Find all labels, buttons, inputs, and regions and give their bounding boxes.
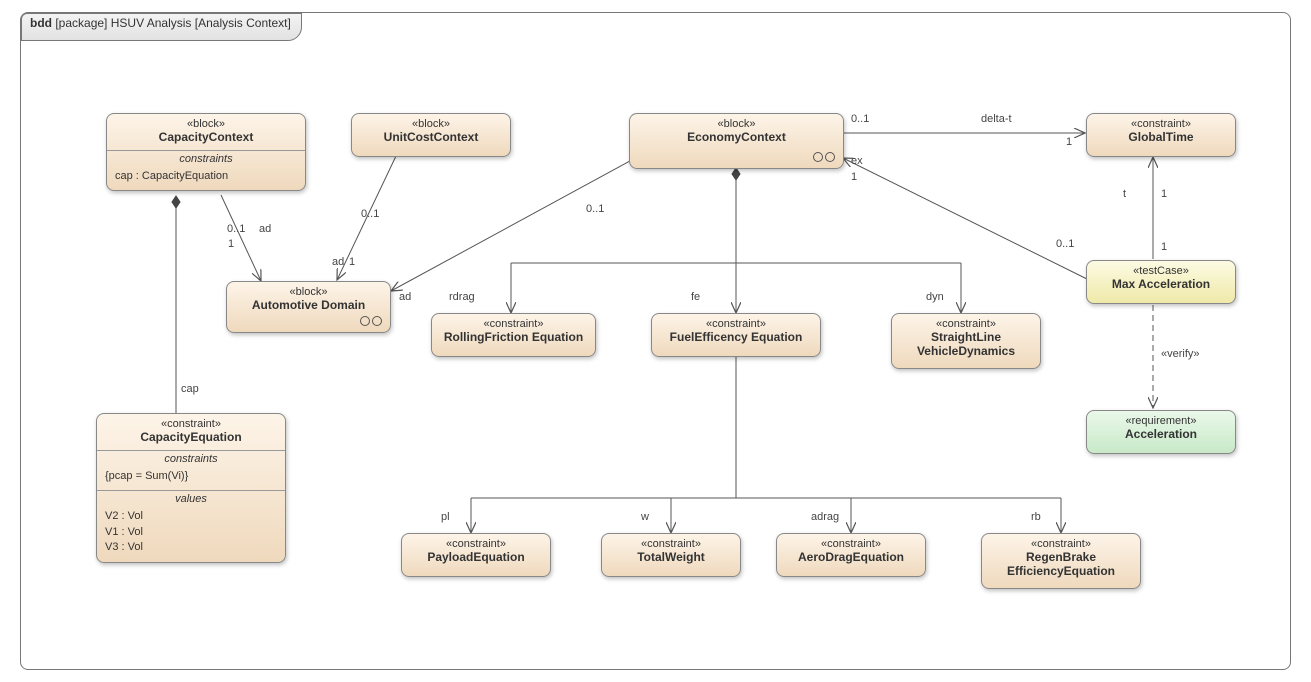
role-label: rb <box>1031 511 1041 523</box>
constraint-rolling-friction[interactable]: «constraint» RollingFriction Equation <box>431 313 596 357</box>
stereotype: «block» <box>233 286 384 298</box>
dependency-label: «verify» <box>1161 348 1200 360</box>
stereotype: «block» <box>358 118 504 130</box>
role-label: cap <box>181 383 199 395</box>
role-label: adrag <box>811 511 839 523</box>
constraint-fuel-efficiency[interactable]: «constraint» FuelEfficency Equation <box>651 313 821 357</box>
role-label: t <box>1123 188 1126 200</box>
mult-label: 0..1 <box>586 203 604 215</box>
mult-label: 0..1 <box>361 208 379 220</box>
block-name-1: RegenBrake <box>988 550 1134 564</box>
role-label: pl <box>441 511 450 523</box>
stereotype: «constraint» <box>658 318 814 330</box>
block-name-1: StraightLine <box>898 330 1034 344</box>
block-name: EconomyContext <box>636 130 837 144</box>
value-row: V1 : Vol <box>105 525 277 540</box>
block-name: GlobalTime <box>1093 130 1229 144</box>
block-name: Max Acceleration <box>1093 277 1229 291</box>
stereotype: «block» <box>636 118 837 130</box>
block-name: UnitCostContext <box>358 130 504 144</box>
constraint-aero-drag[interactable]: «constraint» AeroDragEquation <box>776 533 926 577</box>
stereotype: «constraint» <box>608 538 734 550</box>
stereotype: «constraint» <box>408 538 544 550</box>
mult-label: 1 <box>1066 136 1072 148</box>
composite-icon <box>813 152 835 162</box>
block-name: Acceleration <box>1093 427 1229 441</box>
role-label: dyn <box>926 291 944 303</box>
stereotype: «testCase» <box>1093 265 1229 277</box>
constraint-regen-brake[interactable]: «constraint» RegenBrake EfficiencyEquati… <box>981 533 1141 589</box>
diagram-type: bdd <box>30 16 52 30</box>
section-title: values <box>97 490 285 507</box>
section-body: cap : CapacityEquation <box>107 167 305 190</box>
role-label: ad <box>332 256 344 268</box>
block-name: PayloadEquation <box>408 550 544 564</box>
constraint-global-time[interactable]: «constraint» GlobalTime <box>1086 113 1236 157</box>
diagram-context: [Analysis Context] <box>195 16 291 30</box>
block-name-2: VehicleDynamics <box>898 344 1034 358</box>
stereotype: «block» <box>113 118 299 130</box>
stereotype: «constraint» <box>783 538 919 550</box>
diagram-header: bdd [package] HSUV Analysis [Analysis Co… <box>21 13 302 41</box>
mult-label: 1 <box>1161 241 1167 253</box>
diagram-pkg: [package] <box>55 16 107 30</box>
constraint-total-weight[interactable]: «constraint» TotalWeight <box>601 533 741 577</box>
constraint-payload-equation[interactable]: «constraint» PayloadEquation <box>401 533 551 577</box>
stereotype: «requirement» <box>1093 415 1229 427</box>
block-name-2: EfficiencyEquation <box>988 564 1134 578</box>
role-label: delta-t <box>981 113 1012 125</box>
mult-label: 0..1 <box>1056 238 1074 250</box>
role-label: w <box>641 511 649 523</box>
section-body: {pcap = Sum(Vi)} <box>97 467 285 490</box>
constraint-straightline-dynamics[interactable]: «constraint» StraightLine VehicleDynamic… <box>891 313 1041 369</box>
role-label: fe <box>691 291 700 303</box>
stereotype: «constraint» <box>988 538 1134 550</box>
mult-label: 1 <box>228 238 234 250</box>
mult-label: 0..1 <box>227 223 245 235</box>
stereotype: «constraint» <box>103 418 279 430</box>
block-name: Automotive Domain <box>233 298 384 312</box>
role-label: ex <box>851 155 863 167</box>
block-name: FuelEfficency Equation <box>658 330 814 344</box>
block-economy-context[interactable]: «block» EconomyContext <box>629 113 844 169</box>
role-label: rdrag <box>449 291 475 303</box>
stereotype: «constraint» <box>1093 118 1229 130</box>
block-automotive-domain[interactable]: «block» Automotive Domain <box>226 281 391 333</box>
block-capacity-context[interactable]: «block» CapacityContext constraints cap … <box>106 113 306 191</box>
block-name: AeroDragEquation <box>783 550 919 564</box>
stereotype: «constraint» <box>438 318 589 330</box>
mult-label: 1 <box>349 256 355 268</box>
mult-label: 0..1 <box>851 113 869 125</box>
block-name: CapacityEquation <box>103 430 279 444</box>
constraint-capacity-equation[interactable]: «constraint» CapacityEquation constraint… <box>96 413 286 563</box>
value-row: V3 : Vol <box>105 540 277 555</box>
mult-label: 1 <box>1161 188 1167 200</box>
block-name: TotalWeight <box>608 550 734 564</box>
block-unit-cost-context[interactable]: «block» UnitCostContext <box>351 113 511 157</box>
stereotype: «constraint» <box>898 318 1034 330</box>
requirement-acceleration[interactable]: «requirement» Acceleration <box>1086 410 1236 454</box>
role-label: ad <box>259 223 271 235</box>
value-row: V2 : Vol <box>105 509 277 524</box>
section-body: V2 : Vol V1 : Vol V3 : Vol <box>97 507 285 561</box>
block-name: CapacityContext <box>113 130 299 144</box>
diagram-frame: bdd [package] HSUV Analysis [Analysis Co… <box>20 12 1291 670</box>
role-label: ad <box>399 291 411 303</box>
section-title: constraints <box>107 150 305 167</box>
testcase-max-acceleration[interactable]: «testCase» Max Acceleration <box>1086 260 1236 304</box>
section-title: constraints <box>97 450 285 467</box>
diagram-title: HSUV Analysis <box>111 16 192 30</box>
block-name: RollingFriction Equation <box>438 330 589 344</box>
mult-label: 1 <box>851 171 857 183</box>
